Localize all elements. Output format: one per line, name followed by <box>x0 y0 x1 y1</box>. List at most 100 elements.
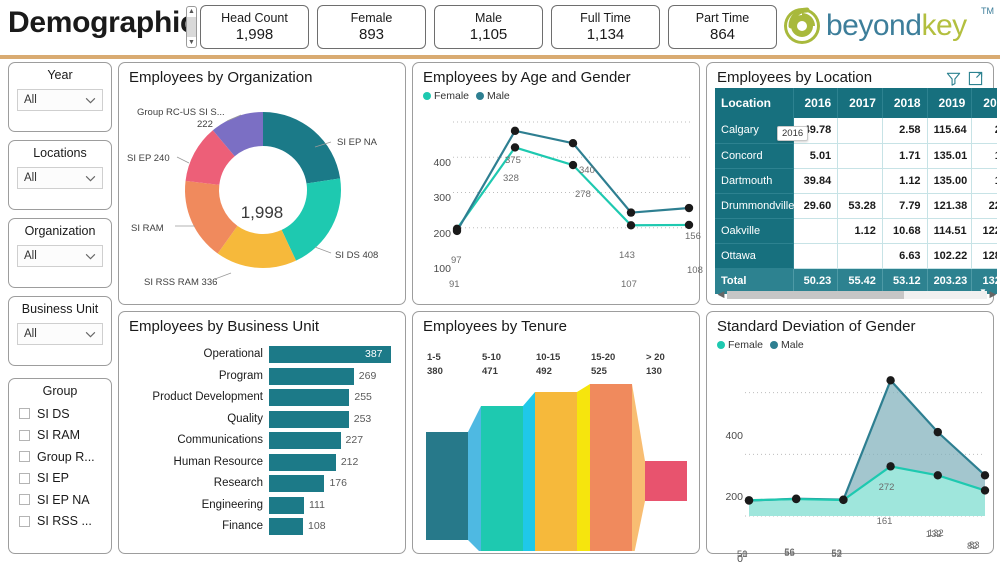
checkbox-icon[interactable] <box>19 408 30 420</box>
table-scroll-up-icon[interactable]: ▲ <box>979 118 987 126</box>
table-col-header-2018[interactable]: 2018 <box>882 88 928 118</box>
bar-rect[interactable] <box>269 410 349 428</box>
checkbox-icon[interactable] <box>19 429 30 441</box>
data-point-female[interactable] <box>792 494 801 504</box>
bar-rect[interactable] <box>269 367 354 385</box>
group-checkbox-row-0[interactable]: SI DS <box>19 403 105 425</box>
table-scroll-left-icon[interactable]: ◀ <box>715 289 727 300</box>
bar-row-4[interactable]: Communications 227 <box>177 432 391 449</box>
table-cell-value[interactable]: 102.22 <box>927 243 973 269</box>
hscroll-track[interactable] <box>727 290 987 299</box>
table-cell-value[interactable] <box>837 118 883 144</box>
table-cell-value[interactable] <box>837 143 883 169</box>
tenure-bar-2[interactable] <box>535 392 577 554</box>
bar-rect[interactable] <box>269 389 350 406</box>
bar-row-3[interactable]: Quality 253 <box>227 410 391 428</box>
group-checkbox-row-4[interactable]: SI EP NA <box>19 489 105 511</box>
slicer-dropdown[interactable]: All <box>17 89 103 111</box>
table-cell-value[interactable] <box>837 243 883 269</box>
data-point[interactable] <box>684 220 694 230</box>
table-cell-value[interactable]: 6.63 <box>882 243 928 269</box>
data-point[interactable] <box>568 138 578 148</box>
table-cell-location[interactable]: Concord <box>715 143 794 169</box>
table-horizontal-scrollbar[interactable]: ◀ ▶ <box>715 289 999 300</box>
checkbox-icon[interactable] <box>19 515 30 527</box>
location-table-viewport[interactable]: Location20162017201820192020 Calgary49.7… <box>715 88 997 296</box>
scroll-down-icon[interactable]: ▼ <box>188 39 195 46</box>
bar-row-8[interactable]: Finance 108 <box>222 518 391 535</box>
table-cell-value[interactable]: 53.28 <box>837 193 883 219</box>
table-col-header-location[interactable]: Location <box>715 88 794 118</box>
bar-row-7[interactable]: Engineering 111 <box>202 496 391 514</box>
table-row[interactable]: Ottawa6.63102.22128.1 <box>715 243 997 269</box>
bar-row-5[interactable]: Human Resource 212 <box>174 453 391 471</box>
donut-slice-0[interactable] <box>263 112 341 184</box>
table-row[interactable]: Calgary49.782.58115.642.5 <box>715 118 997 144</box>
data-point[interactable] <box>684 203 694 213</box>
data-point-male[interactable] <box>980 471 990 480</box>
data-point-female[interactable] <box>744 496 754 505</box>
bar-row-0[interactable]: Operational 387 <box>204 346 391 363</box>
slicer-business-unit[interactable]: Business Unit All <box>8 296 112 366</box>
data-point-male[interactable] <box>933 427 942 437</box>
checkbox-icon[interactable] <box>19 451 30 463</box>
table-cell-value[interactable]: 39.84 <box>793 168 839 194</box>
scroll-up-icon[interactable]: ▲ <box>188 8 195 15</box>
focus-mode-icon[interactable] <box>968 71 983 86</box>
table-cell-location[interactable]: Drummondville <box>715 193 794 219</box>
table-row[interactable]: Drummondville29.6053.287.79121.3822.8 <box>715 193 997 219</box>
legend-item-male[interactable]: Male <box>476 90 510 102</box>
table-cell-value[interactable]: 2.58 <box>882 118 928 144</box>
table-cell-value[interactable] <box>793 243 839 269</box>
table-col-header-2020[interactable]: 2020 <box>971 88 997 118</box>
table-col-header-2017[interactable]: 2017 <box>837 88 883 118</box>
data-point-female[interactable] <box>933 471 942 480</box>
group-checkbox-row-1[interactable]: SI RAM <box>19 425 105 447</box>
table-cell-value[interactable]: 7.79 <box>882 193 928 219</box>
data-point[interactable] <box>510 143 520 152</box>
table-cell-value[interactable]: 10.68 <box>882 218 928 244</box>
tenure-bar-0[interactable] <box>426 432 468 540</box>
table-cell-location[interactable]: Dartmouth <box>715 168 794 194</box>
bar-rect[interactable] <box>269 496 304 514</box>
table-cell-value[interactable]: 29.60 <box>793 193 839 219</box>
kpi-card-1[interactable]: Female 893 <box>317 5 426 49</box>
bar-rect[interactable] <box>269 518 304 535</box>
table-cell-value[interactable]: 115.64 <box>927 118 973 144</box>
table-cell-value[interactable]: 1.12 <box>837 218 883 244</box>
bar-rect[interactable] <box>269 475 325 492</box>
data-point[interactable] <box>452 226 462 236</box>
slicer-dropdown[interactable]: All <box>17 323 103 345</box>
table-row[interactable]: Dartmouth39.841.12135.001.1 <box>715 168 997 194</box>
table-cell-value[interactable] <box>793 218 839 244</box>
data-point[interactable] <box>626 221 636 230</box>
table-cell-value[interactable]: 1.12 <box>882 168 928 194</box>
slicer-dropdown[interactable]: All <box>17 245 103 267</box>
table-cell-value[interactable] <box>837 168 883 194</box>
slicer-group[interactable]: Group SI DS SI RAM Group R... SI EP SI EP NA… <box>8 378 112 554</box>
table-scroll-right-icon[interactable]: ▶ <box>987 289 999 300</box>
data-point[interactable] <box>626 208 636 217</box>
tenure-bar-4[interactable] <box>645 461 687 501</box>
data-point[interactable] <box>568 160 578 170</box>
slicer-year[interactable]: Year All <box>8 62 112 132</box>
legend-item-male-stddev[interactable]: Male <box>770 339 804 351</box>
table-row[interactable]: Oakville1.1210.68114.51122.2 <box>715 218 997 244</box>
table-vertical-scrollbar[interactable]: ▲ ▼ <box>979 118 987 296</box>
table-cell-value[interactable]: 114.51 <box>927 218 973 244</box>
bar-row-6[interactable]: Research 176 <box>214 475 391 492</box>
table-cell-value[interactable]: 135.01 <box>927 143 973 169</box>
tenure-bar-1[interactable] <box>481 406 523 553</box>
table-cell-location[interactable]: Ottawa <box>715 243 794 269</box>
checkbox-icon[interactable] <box>19 494 30 506</box>
checkbox-icon[interactable] <box>19 472 30 484</box>
table-col-header-2016[interactable]: 2016 <box>793 88 839 118</box>
data-point-female[interactable] <box>980 486 990 495</box>
table-row[interactable]: Concord5.011.71135.011.7 <box>715 143 997 169</box>
tenure-bar-3[interactable] <box>590 384 632 562</box>
bar-row-1[interactable]: Program 269 <box>219 367 391 385</box>
bar-rect[interactable] <box>269 453 336 471</box>
table-cell-value[interactable]: 5.01 <box>793 143 839 169</box>
bar-rect[interactable] <box>269 432 341 449</box>
data-point-male[interactable] <box>886 376 895 385</box>
